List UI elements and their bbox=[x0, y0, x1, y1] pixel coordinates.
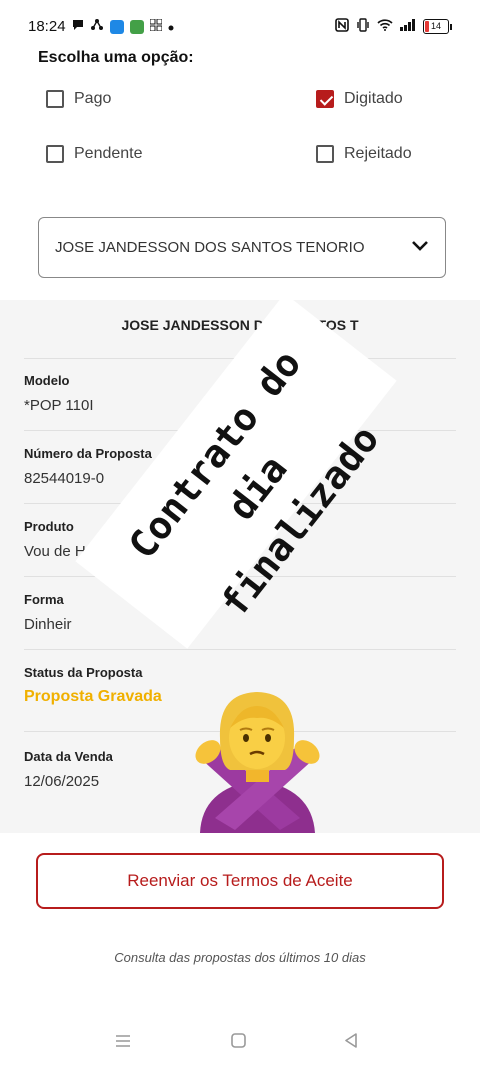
option-pendente-label: Pendente bbox=[74, 145, 143, 162]
back-nav-icon[interactable] bbox=[344, 1033, 358, 1053]
notification-icons bbox=[72, 18, 174, 36]
option-pago[interactable]: Pago bbox=[46, 90, 111, 108]
dot-icon bbox=[168, 18, 174, 36]
field-label-status: Status da Proposta bbox=[24, 665, 143, 680]
home-nav-icon[interactable] bbox=[231, 1033, 246, 1053]
checkbox-pago[interactable] bbox=[46, 90, 64, 108]
option-pendente[interactable]: Pendente bbox=[46, 145, 143, 163]
field-label-numero-proposta: Número da Proposta bbox=[24, 446, 152, 461]
field-label-modelo: Modelo bbox=[24, 373, 70, 388]
card-client-name: JOSE JANDESSON DOS SANTOS T bbox=[121, 317, 359, 333]
checkbox-rejeitado[interactable] bbox=[316, 145, 334, 163]
field-value-modelo: *POP 110I bbox=[24, 397, 94, 414]
divider bbox=[24, 649, 456, 650]
system-icons: 14 bbox=[335, 18, 452, 35]
option-pago-label: Pago bbox=[74, 90, 112, 107]
field-label-produto: Produto bbox=[24, 519, 74, 534]
battery-level: 14 bbox=[430, 21, 441, 31]
grid-icon bbox=[149, 18, 163, 36]
field-value-status: Proposta Gravada bbox=[24, 688, 162, 705]
checkbox-digitado[interactable] bbox=[316, 90, 334, 108]
field-label-forma: Forma bbox=[24, 592, 64, 607]
option-rejeitado-label: Rejeitado bbox=[344, 145, 412, 162]
wifi-icon bbox=[377, 19, 393, 34]
status-bar: 18:24 14 bbox=[0, 0, 480, 56]
signal-icon bbox=[400, 19, 416, 34]
app-icon bbox=[110, 20, 124, 34]
navigation-bar bbox=[0, 1020, 480, 1066]
share-icon bbox=[90, 18, 104, 36]
field-value-forma: Dinheir bbox=[24, 616, 72, 633]
client-select[interactable]: JOSE JANDESSON DOS SANTOS TENORIO bbox=[38, 217, 446, 278]
vibrate-icon bbox=[356, 18, 370, 35]
clock: 18:24 bbox=[28, 18, 66, 35]
menu-nav-icon[interactable] bbox=[115, 1034, 131, 1053]
chat-icon bbox=[72, 18, 84, 36]
filter-title: Escolha uma opção: bbox=[38, 49, 194, 66]
option-rejeitado[interactable]: Rejeitado bbox=[316, 145, 412, 163]
chevron-down-icon bbox=[411, 239, 429, 256]
client-select-value: JOSE JANDESSON DOS SANTOS TENORIO bbox=[55, 239, 365, 256]
person-gesturing-no-icon bbox=[190, 688, 325, 833]
resend-terms-button[interactable]: Reenviar os Termos de Aceite bbox=[36, 853, 444, 909]
footnote: Consulta das propostas dos últimos 10 di… bbox=[114, 950, 366, 965]
checkbox-pendente[interactable] bbox=[46, 145, 64, 163]
nfc-icon bbox=[335, 18, 349, 35]
field-value-numero-proposta: 82544019-0 bbox=[24, 470, 105, 487]
field-label-data-venda: Data da Venda bbox=[24, 749, 113, 764]
app-b-icon bbox=[130, 20, 144, 34]
battery-icon: 14 bbox=[423, 19, 452, 34]
option-digitado[interactable]: Digitado bbox=[316, 90, 403, 108]
field-value-data-venda: 12/06/2025 bbox=[24, 773, 100, 790]
option-digitado-label: Digitado bbox=[344, 90, 403, 107]
